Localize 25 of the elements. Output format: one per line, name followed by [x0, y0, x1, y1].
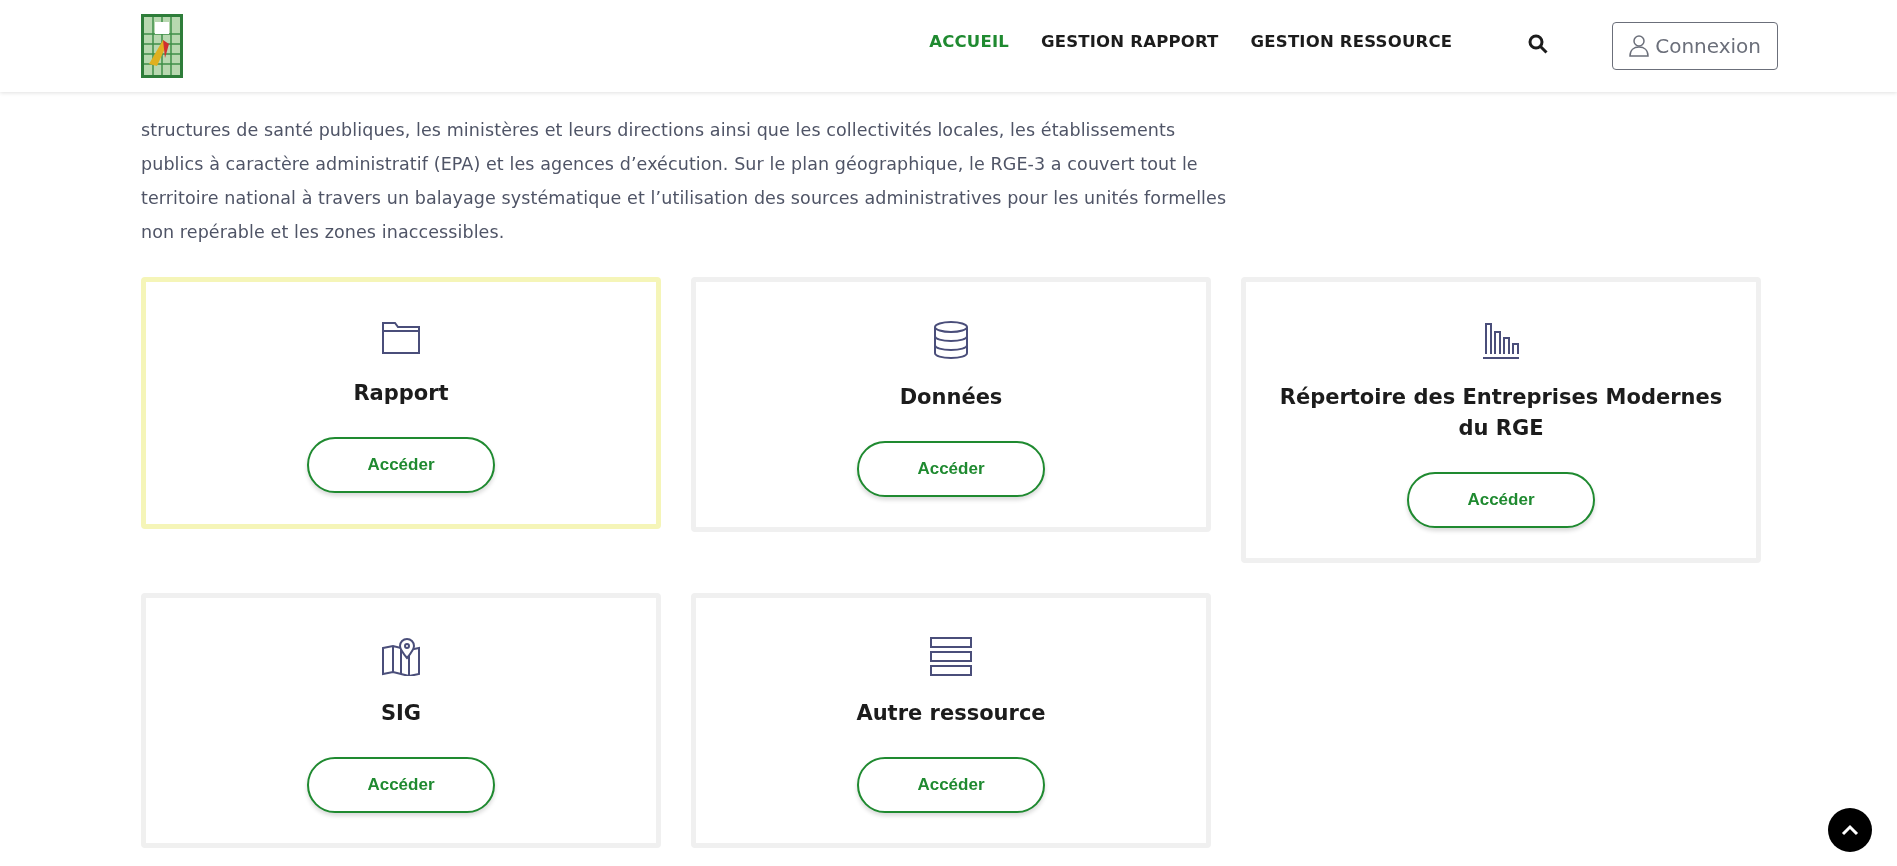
user-icon [1629, 35, 1650, 57]
logo[interactable] [141, 14, 183, 78]
nav-link[interactable]: GESTION RAPPORT [1041, 31, 1219, 51]
nav-link[interactable]: GESTION RESSOURCE [1250, 31, 1453, 51]
stacked-rows-icon [930, 636, 972, 676]
nav-link[interactable]: ACCUEIL [929, 31, 1009, 51]
folder-icon [381, 320, 421, 356]
database-icon [931, 320, 971, 360]
search-icon[interactable] [1528, 34, 1549, 54]
card-title: Données [899, 384, 1003, 411]
map-pin-icon [381, 636, 421, 676]
card-title: SIG [380, 700, 422, 727]
login-button[interactable]: Connexion [1612, 22, 1778, 70]
scroll-top-button[interactable] [1828, 808, 1872, 852]
access-button[interactable]: Accéder [1407, 472, 1595, 528]
bar-chart-icon [1481, 320, 1521, 360]
card-title: Rapport [353, 380, 449, 407]
access-button[interactable]: Accéder [307, 437, 495, 493]
access-button[interactable]: Accéder [857, 441, 1045, 497]
chevron-up-icon [1841, 824, 1859, 836]
intro-paragraph: structures de santé publiques, les ministères et leurs directions ainsi que les collectivités locales, les établissements publics à caractère administratif (EPA) et les agences d’exécution. Sur le plan géographique, le RGE-3 a couvert tout le territoire national à travers un balayage systématique et l’utilisation des sources administratives pour les unités formelles non repérable et les zones inaccessibles. [141, 119, 1228, 244]
card-title: Répertoire des Entreprises Modernes du RGE [1278, 384, 1724, 442]
access-button[interactable]: Accéder [857, 757, 1045, 813]
card-title: Autre ressource [856, 700, 1046, 727]
access-button[interactable]: Accéder [307, 757, 495, 813]
